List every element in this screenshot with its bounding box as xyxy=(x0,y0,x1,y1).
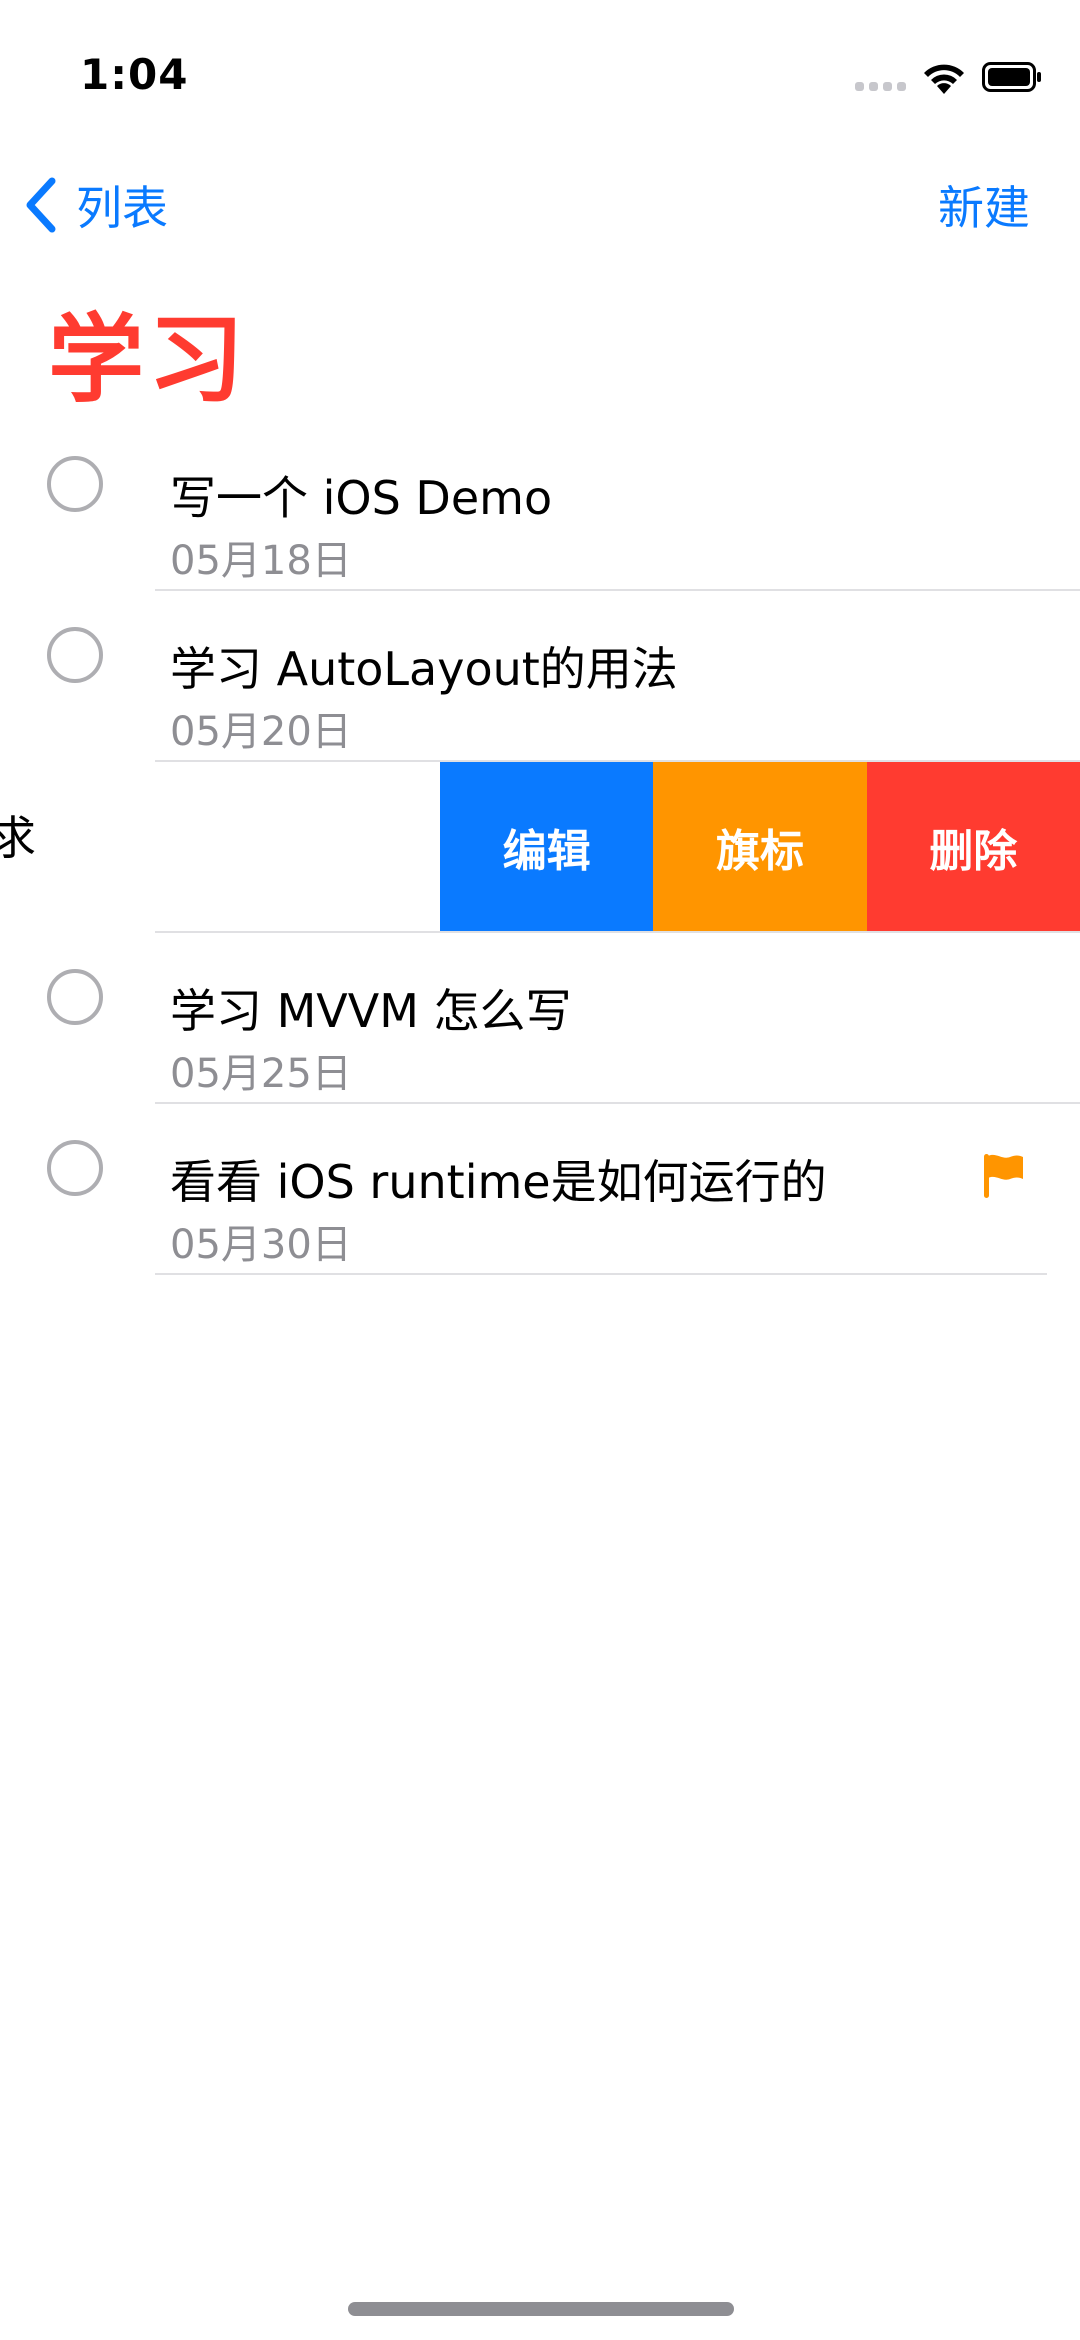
home-indicator[interactable] xyxy=(348,2302,734,2316)
item-date: 05月25日 xyxy=(170,1051,352,1097)
list-item[interactable]: 学习 MVVM 怎么写 05月25日 xyxy=(0,933,1080,1104)
delete-button[interactable]: 删除 xyxy=(866,762,1080,931)
flag-icon xyxy=(984,1154,1023,1198)
list-item-swiped[interactable]: 求 编辑 旗标 删除 xyxy=(0,762,1080,933)
status-time: 1:04 xyxy=(80,50,189,99)
edit-button[interactable]: 编辑 xyxy=(440,762,654,931)
row-separator xyxy=(155,1273,1047,1275)
item-date: 05月20日 xyxy=(170,709,352,755)
item-title: 写一个 iOS Demo xyxy=(170,471,553,525)
item-title: 学习 AutoLayout的用法 xyxy=(170,642,678,696)
back-button[interactable]: 列表 xyxy=(22,170,168,240)
cellular-signal-icon xyxy=(855,82,907,92)
item-title: 看看 iOS runtime是如何运行的 xyxy=(170,1155,827,1209)
wifi-icon xyxy=(924,64,964,94)
swipe-actions: 编辑 旗标 删除 xyxy=(440,762,1080,931)
todo-list: 写一个 iOS Demo 05月18日 学习 AutoLayout的用法 05月… xyxy=(0,420,1080,1275)
list-item[interactable]: 写一个 iOS Demo 05月18日 xyxy=(0,420,1080,591)
list-item[interactable]: 学习 AutoLayout的用法 05月20日 xyxy=(0,591,1080,762)
new-button[interactable]: 新建 xyxy=(938,170,1030,240)
flag-button[interactable]: 旗标 xyxy=(653,762,867,931)
complete-toggle[interactable] xyxy=(47,969,103,1025)
battery-icon xyxy=(982,62,1041,92)
back-label: 列表 xyxy=(76,181,168,235)
item-date: 05月30日 xyxy=(170,1222,352,1268)
complete-toggle[interactable] xyxy=(47,1140,103,1196)
item-date: 05月18日 xyxy=(170,538,352,584)
item-title: 学习 MVVM 怎么写 xyxy=(170,984,572,1038)
item-title: 求 xyxy=(0,811,36,865)
status-bar: 1:04 xyxy=(0,0,1080,150)
complete-toggle[interactable] xyxy=(47,456,103,512)
chevron-left-icon xyxy=(26,177,56,233)
complete-toggle[interactable] xyxy=(47,627,103,683)
list-item[interactable]: 看看 iOS runtime是如何运行的 05月30日 xyxy=(0,1104,1080,1275)
page-title: 学习 xyxy=(48,304,248,416)
